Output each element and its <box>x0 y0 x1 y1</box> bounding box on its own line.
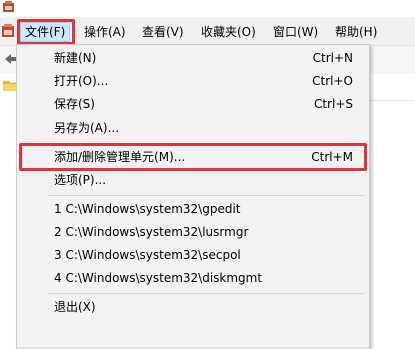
menu-favorites[interactable]: 收藏夹(O) <box>197 22 260 42</box>
menu-item-label: 3 C:\Windows\system32\secpol <box>54 248 241 262</box>
details-pane <box>370 74 415 349</box>
menu-item-label: 保存(S) <box>54 97 95 111</box>
menu-window[interactable]: 窗口(W) <box>269 22 322 42</box>
menu-item-exit[interactable]: 退出(X) <box>17 296 369 318</box>
menu-item-label: 4 C:\Windows\system32\diskmgmt <box>54 271 263 285</box>
menu-separator <box>47 143 365 144</box>
menu-item-save[interactable]: 保存(S) Ctrl+S <box>17 93 369 115</box>
mmc-app-icon[interactable] <box>1 24 15 38</box>
menu-item-recent-1[interactable]: 1 C:\Windows\system32\gpedit <box>17 198 369 220</box>
menu-item-label: 选项(P)... <box>54 173 107 187</box>
menu-item-label: 另存为(A)... <box>54 121 120 135</box>
menu-file[interactable]: 文件(F) <box>20 22 71 42</box>
menu-item-options[interactable]: 选项(P)... <box>17 169 369 191</box>
details-divider <box>370 100 415 101</box>
menu-item-label: 退出(X) <box>54 300 96 314</box>
menu-item-save-as[interactable]: 另存为(A)... <box>17 117 369 139</box>
menu-help[interactable]: 帮助(H) <box>331 22 381 42</box>
menu-item-label: 1 C:\Windows\system32\gpedit <box>54 202 241 216</box>
menu-action[interactable]: 操作(A) <box>80 22 130 42</box>
menu-item-recent-3[interactable]: 3 C:\Windows\system32\secpol <box>17 244 369 266</box>
title-bar <box>0 0 415 17</box>
menu-item-shortcut: Ctrl+N <box>312 51 353 65</box>
menu-item-add-remove-snapin[interactable]: 添加/删除管理单元(M)... Ctrl+M <box>17 146 369 168</box>
menu-item-new[interactable]: 新建(N) Ctrl+N <box>17 47 369 69</box>
menu-bar: 文件(F) 操作(A) 查看(V) 收藏夹(O) 窗口(W) 帮助(H) <box>0 17 415 46</box>
menu-item-label: 2 C:\Windows\system32\lusrmgr <box>54 225 249 239</box>
menu-item-label: 添加/删除管理单元(M)... <box>54 150 186 164</box>
menu-item-shortcut: Ctrl+S <box>313 97 353 111</box>
menu-item-shortcut: Ctrl+M <box>311 150 353 164</box>
menu-item-label: 打开(O)... <box>54 74 109 88</box>
menu-item-recent-2[interactable]: 2 C:\Windows\system32\lusrmgr <box>17 221 369 243</box>
mmc-title-icon <box>3 1 14 12</box>
menu-item-open[interactable]: 打开(O)... Ctrl+O <box>17 70 369 92</box>
menu-separator <box>47 293 365 294</box>
menu-item-recent-4[interactable]: 4 C:\Windows\system32\diskmgmt <box>17 267 369 289</box>
file-menu-dropdown: 新建(N) Ctrl+N 打开(O)... Ctrl+O 保存(S) Ctrl+… <box>16 44 370 349</box>
menu-item-label: 新建(N) <box>54 51 97 65</box>
menu-separator <box>47 195 365 196</box>
menu-view[interactable]: 查看(V) <box>138 22 188 42</box>
menu-item-shortcut: Ctrl+O <box>312 74 353 88</box>
